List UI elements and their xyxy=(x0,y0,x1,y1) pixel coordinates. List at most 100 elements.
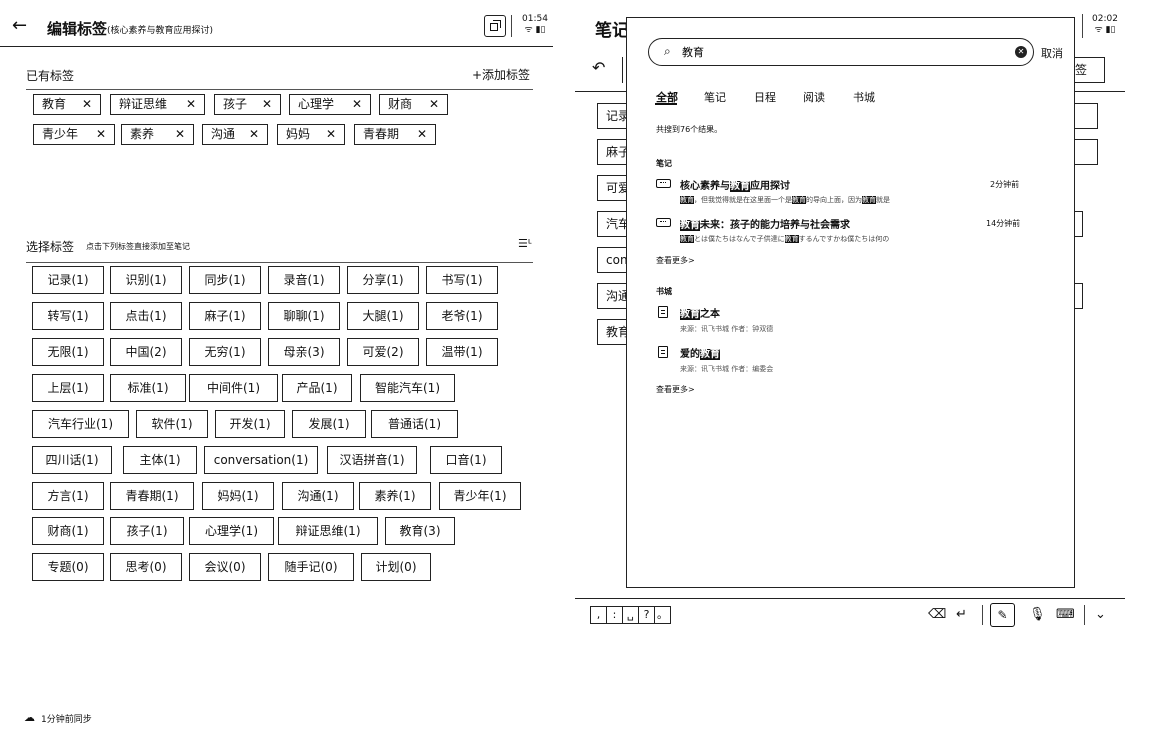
layers-button[interactable] xyxy=(484,15,506,37)
keyboard-icon[interactable]: ⌨ xyxy=(1056,607,1075,622)
bg-tag[interactable]: 记录 xyxy=(597,103,627,129)
tab-bookstore[interactable]: 书城 xyxy=(853,89,875,105)
remove-tag-icon[interactable]: ✕ xyxy=(262,95,272,114)
selectable-tag[interactable]: 分享(1) xyxy=(347,266,419,294)
selectable-tag[interactable]: 财商(1) xyxy=(32,517,104,545)
selectable-tag[interactable]: 妈妈(1) xyxy=(202,482,274,510)
selectable-tag[interactable]: 开发(1) xyxy=(215,410,285,438)
selectable-tag[interactable]: 书写(1) xyxy=(426,266,498,294)
question-key[interactable]: ? xyxy=(638,606,655,624)
remove-tag-icon[interactable]: ✕ xyxy=(249,125,259,144)
collapse-icon[interactable]: ⌄ xyxy=(1095,607,1106,622)
selectable-tag[interactable]: 麻子(1) xyxy=(189,302,261,330)
books-more-link[interactable]: 查看更多> xyxy=(656,384,695,395)
enter-icon[interactable]: ↵ xyxy=(956,607,967,622)
selectable-tag[interactable]: 母亲(3) xyxy=(268,338,340,366)
selectable-tag[interactable]: 智能汽车(1) xyxy=(360,374,455,402)
selectable-tag[interactable]: 识别(1) xyxy=(110,266,182,294)
selectable-tag[interactable]: 大腿(1) xyxy=(347,302,419,330)
selectable-tag[interactable]: 青春期(1) xyxy=(110,482,194,510)
selectable-tag[interactable]: conversation(1) xyxy=(204,446,318,474)
mic-icon[interactable]: 🎙 xyxy=(1029,607,1046,622)
selectable-tag[interactable]: 记录(1) xyxy=(32,266,104,294)
existing-tag-chip[interactable]: 孩子 ✕ xyxy=(214,94,281,115)
selectable-tag[interactable]: 汽车行业(1) xyxy=(32,410,129,438)
selectable-tag[interactable]: 温带(1) xyxy=(426,338,498,366)
search-input[interactable] xyxy=(682,45,982,58)
backspace-icon[interactable]: ⌫ xyxy=(928,607,946,622)
pen-icon[interactable]: ✎ xyxy=(990,603,1015,627)
remove-tag-icon[interactable]: ✕ xyxy=(429,95,439,114)
remove-tag-icon[interactable]: ✕ xyxy=(186,95,196,114)
selectable-tag[interactable]: 方言(1) xyxy=(32,482,104,510)
selectable-tag[interactable]: 软件(1) xyxy=(136,410,208,438)
undo-icon[interactable]: ↶ xyxy=(592,58,605,77)
back-arrow-icon[interactable]: ← xyxy=(12,17,27,35)
selectable-tag[interactable]: 汉语拼音(1) xyxy=(327,446,417,474)
comma-key[interactable]: , xyxy=(590,606,607,624)
period-key[interactable]: 。 xyxy=(654,606,671,624)
tab-reading[interactable]: 阅读 xyxy=(803,89,825,105)
selectable-tag[interactable]: 会议(0) xyxy=(189,553,261,581)
selectable-tag[interactable]: 孩子(1) xyxy=(110,517,184,545)
existing-tag-chip[interactable]: 妈妈 ✕ xyxy=(277,124,345,145)
selectable-tag[interactable]: 聊聊(1) xyxy=(268,302,340,330)
remove-tag-icon[interactable]: ✕ xyxy=(352,95,362,114)
remove-tag-icon[interactable]: ✕ xyxy=(96,125,106,144)
bg-tag[interactable]: 汽车 xyxy=(597,211,627,237)
selectable-tag[interactable]: 四川话(1) xyxy=(32,446,112,474)
selectable-tag[interactable]: 录音(1) xyxy=(268,266,340,294)
existing-tag-chip[interactable]: 素养 ✕ xyxy=(121,124,194,145)
tab-schedule[interactable]: 日程 xyxy=(754,89,776,105)
selectable-tag[interactable]: 转写(1) xyxy=(32,302,104,330)
selectable-tag[interactable]: 发展(1) xyxy=(292,410,366,438)
selectable-tag[interactable]: 上层(1) xyxy=(32,374,104,402)
notes-more-link[interactable]: 查看更多> xyxy=(656,255,695,266)
selectable-tag[interactable]: 口音(1) xyxy=(430,446,502,474)
bg-tag[interactable]: 麻子 xyxy=(597,139,627,165)
space-key[interactable]: ␣ xyxy=(622,606,639,624)
selectable-tag[interactable]: 专题(0) xyxy=(32,553,104,581)
remove-tag-icon[interactable]: ✕ xyxy=(175,125,185,144)
clear-search-icon[interactable]: ✕ xyxy=(1015,46,1027,58)
bg-tag[interactable]: con xyxy=(597,247,627,273)
existing-tag-chip[interactable]: 青少年 ✕ xyxy=(33,124,115,145)
tab-notes[interactable]: 笔记 xyxy=(704,89,726,105)
bg-tag[interactable]: 可爱 xyxy=(597,175,627,201)
remove-tag-icon[interactable]: ✕ xyxy=(417,125,427,144)
selectable-tag[interactable]: 普通话(1) xyxy=(371,410,458,438)
selectable-tag[interactable]: 中间件(1) xyxy=(189,374,278,402)
existing-tag-chip[interactable]: 辩证思维 ✕ xyxy=(110,94,205,115)
bg-tag[interactable]: 教育 xyxy=(597,319,627,345)
selectable-tag[interactable]: 主体(1) xyxy=(123,446,197,474)
selectable-tag[interactable]: 辩证思维(1) xyxy=(278,517,378,545)
cancel-button[interactable]: 取消 xyxy=(1041,45,1063,61)
existing-tag-chip[interactable]: 沟通 ✕ xyxy=(202,124,268,145)
remove-tag-icon[interactable]: ✕ xyxy=(326,125,336,144)
existing-tag-chip[interactable]: 财商 ✕ xyxy=(379,94,448,115)
existing-tag-chip[interactable]: 青春期 ✕ xyxy=(354,124,436,145)
selectable-tag[interactable]: 无穷(1) xyxy=(189,338,261,366)
selectable-tag[interactable]: 可爱(2) xyxy=(347,338,419,366)
colon-key[interactable]: : xyxy=(606,606,623,624)
selectable-tag[interactable]: 老爷(1) xyxy=(426,302,498,330)
selectable-tag[interactable]: 中国(2) xyxy=(110,338,182,366)
selectable-tag[interactable]: 青少年(1) xyxy=(439,482,521,510)
add-tag-button[interactable]: +添加标签 xyxy=(472,66,530,83)
existing-tag-chip[interactable]: 教育 ✕ xyxy=(33,94,101,115)
selectable-tag[interactable]: 随手记(0) xyxy=(268,553,354,581)
existing-tag-chip[interactable]: 心理学 ✕ xyxy=(289,94,371,115)
selectable-tag[interactable]: 教育(3) xyxy=(385,517,455,545)
selectable-tag[interactable]: 同步(1) xyxy=(189,266,261,294)
selectable-tag[interactable]: 心理学(1) xyxy=(189,517,274,545)
selectable-tag[interactable]: 点击(1) xyxy=(110,302,182,330)
sort-icon[interactable]: ☰ᒻ xyxy=(518,237,532,250)
selectable-tag[interactable]: 计划(0) xyxy=(361,553,431,581)
selectable-tag[interactable]: 素养(1) xyxy=(359,482,431,510)
selectable-tag[interactable]: 沟通(1) xyxy=(282,482,354,510)
bg-tag[interactable]: 沟通 xyxy=(597,283,627,309)
bg-tag-button[interactable]: 签 xyxy=(1071,57,1105,83)
selectable-tag[interactable]: 无限(1) xyxy=(32,338,104,366)
selectable-tag[interactable]: 思考(0) xyxy=(110,553,182,581)
selectable-tag[interactable]: 标准(1) xyxy=(110,374,186,402)
